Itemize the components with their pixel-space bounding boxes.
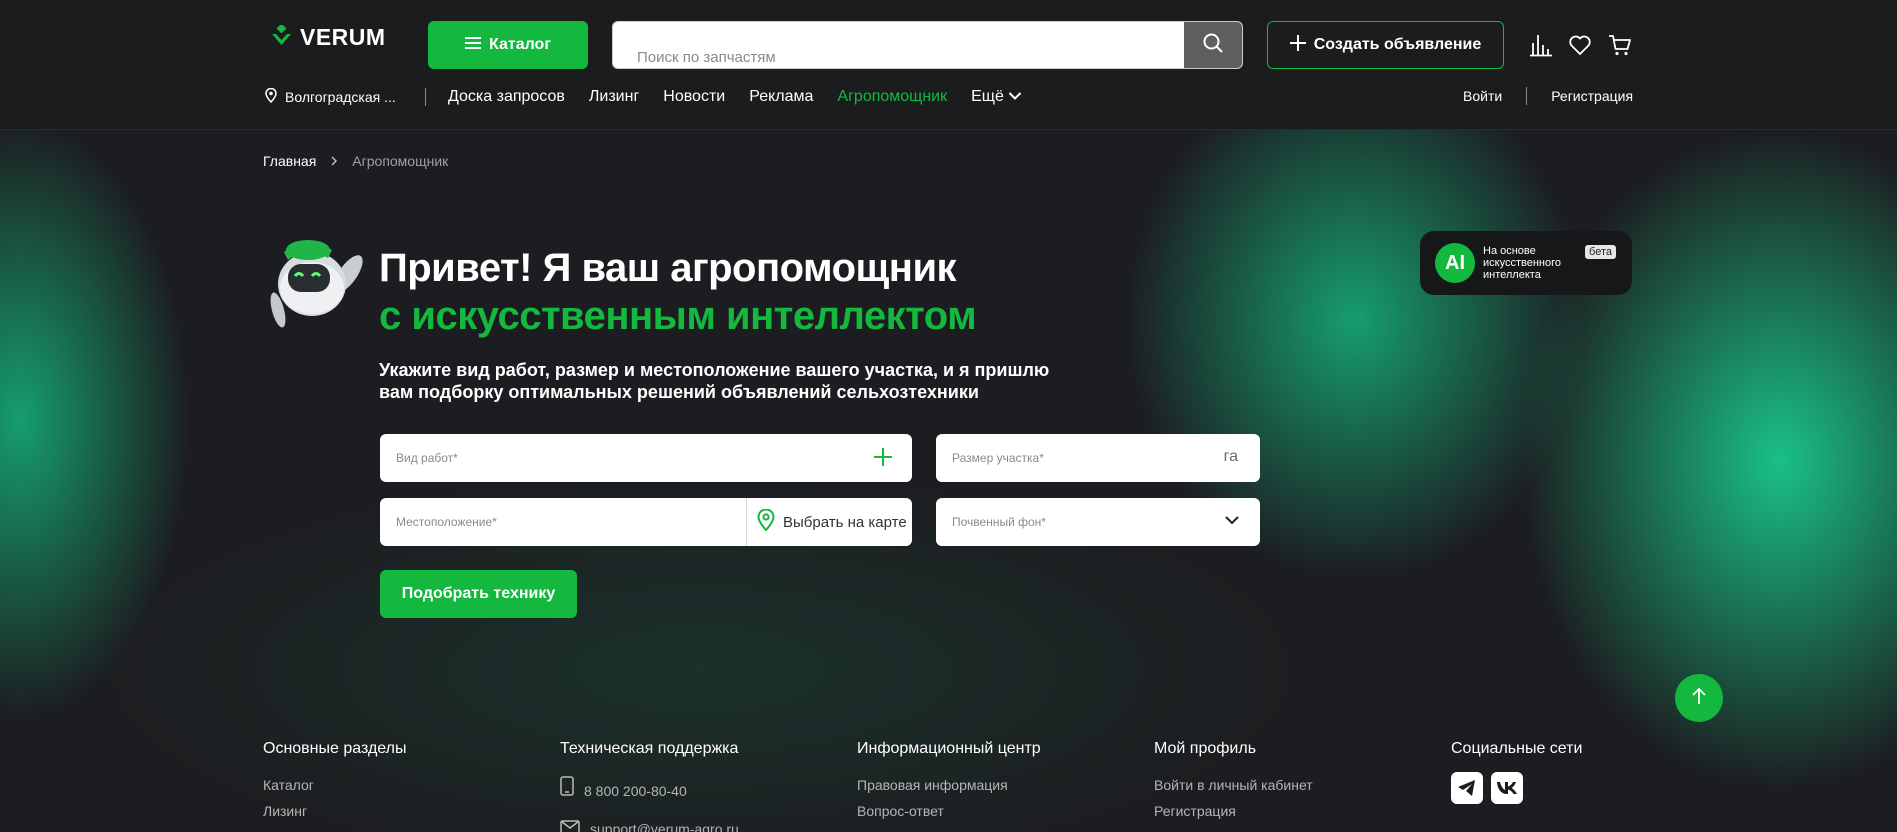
footer-support-title: Техническая поддержка <box>560 740 739 757</box>
footer-profile-title: Мой профиль <box>1154 740 1257 757</box>
auth-divider <box>1526 87 1528 105</box>
pick-equipment-button[interactable]: Подобрать технику <box>380 570 577 618</box>
site-header: VERUM Каталог Создать объявление <box>0 0 1897 130</box>
hero-title-line2: с искусственным интеллектом <box>379 294 977 338</box>
footer-link-login[interactable]: Войти в личный кабинет <box>1154 772 1313 798</box>
heart-icon[interactable] <box>1568 33 1592 57</box>
register-link[interactable]: Регистрация <box>1551 88 1633 104</box>
location-field[interactable]: Местоположение* Выбрать на карте <box>380 498 912 546</box>
ai-badge-text: На основе искусственного интеллекта <box>1483 245 1561 281</box>
scroll-up-button[interactable] <box>1675 674 1723 722</box>
footer-profile: Мой профиль Войти в личный кабинет Регис… <box>1154 740 1313 824</box>
create-listing-label: Создать объявление <box>1313 36 1482 53</box>
plot-size-placeholder: Размер участка* <box>952 451 1044 465</box>
location-pin-icon <box>757 508 775 535</box>
soil-type-placeholder: Почвенный фон* <box>952 515 1046 529</box>
nav-agro-assistant[interactable]: Агропомощник <box>837 88 947 106</box>
create-listing-button[interactable]: Создать объявление <box>1267 21 1504 69</box>
footer-phone-number: 8 800 200-80-40 <box>584 783 687 799</box>
social-buttons <box>1451 772 1582 804</box>
footer-phone[interactable]: 8 800 200-80-40 <box>560 772 739 810</box>
beta-badge: бета <box>1585 245 1616 259</box>
location-pin-icon <box>265 87 277 106</box>
stats-icon[interactable] <box>1529 33 1553 57</box>
footer-email[interactable]: support@verum-agro.ru <box>560 810 739 832</box>
mail-icon <box>560 810 580 832</box>
nav-more[interactable]: Ещё <box>971 88 1022 106</box>
chevron-down-icon <box>1224 514 1240 529</box>
footer-link-legal[interactable]: Правовая информация <box>857 772 1041 798</box>
ai-icon: AI <box>1435 243 1475 283</box>
breadcrumb-current: Агропомощник <box>352 153 449 169</box>
auth-links: Войти Регистрация <box>1463 87 1633 105</box>
search-bar <box>612 21 1243 69</box>
nav-requests-board[interactable]: Доска запросов <box>448 88 565 106</box>
footer-link-catalog[interactable]: Каталог <box>263 772 407 798</box>
phone-icon <box>560 772 574 810</box>
footer-sections-title: Основные разделы <box>263 740 407 757</box>
footer-email-address: support@verum-agro.ru <box>590 821 739 832</box>
location-placeholder: Местоположение* <box>396 515 497 529</box>
work-type-placeholder: Вид работ* <box>396 451 458 465</box>
telegram-icon[interactable] <box>1451 772 1483 804</box>
footer-info-title: Информационный центр <box>857 740 1041 757</box>
footer-sections: Основные разделы Каталог Лизинг <box>263 740 407 824</box>
vk-icon[interactable] <box>1491 772 1523 804</box>
footer-social: Социальные сети <box>1451 740 1582 804</box>
breadcrumb: Главная Агропомощник <box>263 153 448 169</box>
hero-title-line1: Привет! Я ваш агропомощник <box>379 246 957 290</box>
logo-text: VERUM <box>300 24 386 50</box>
ai-badge: AI На основе искусственного интеллекта б… <box>1420 231 1632 295</box>
logo[interactable]: VERUM <box>270 23 386 51</box>
footer-info: Информационный центр Правовая информация… <box>857 740 1041 824</box>
search-icon <box>1202 32 1224 59</box>
robot-mascot-icon <box>266 236 376 332</box>
footer-support: Техническая поддержка 8 800 200-80-40 su… <box>560 740 739 832</box>
nav-news[interactable]: Новости <box>663 88 725 106</box>
footer-link-faq[interactable]: Вопрос-ответ <box>857 798 1041 824</box>
login-link[interactable]: Войти <box>1463 88 1502 104</box>
work-type-field[interactable]: Вид работ* <box>380 434 912 482</box>
catalog-button[interactable]: Каталог <box>428 21 588 69</box>
main-nav: Волгоградская ... Доска запросов Лизинг … <box>265 86 1022 108</box>
footer-link-leasing[interactable]: Лизинг <box>263 798 407 824</box>
soil-type-select[interactable]: Почвенный фон* <box>936 498 1260 546</box>
hero-subtitle: Укажите вид работ, размер и местоположен… <box>379 360 1050 402</box>
arrow-up-icon <box>1691 687 1707 710</box>
nav-divider <box>425 88 426 106</box>
cart-icon[interactable] <box>1608 33 1632 57</box>
search-input[interactable] <box>613 22 1185 68</box>
nav-leasing[interactable]: Лизинг <box>589 88 639 106</box>
choose-on-map-button[interactable]: Выбрать на карте <box>746 498 912 546</box>
footer-link-register[interactable]: Регистрация <box>1154 798 1313 824</box>
plus-icon[interactable] <box>872 446 894 468</box>
region-selector[interactable]: Волгоградская ... <box>265 87 425 106</box>
menu-icon <box>465 36 481 55</box>
catalog-label: Каталог <box>489 36 551 53</box>
region-label: Волгоградская ... <box>285 89 396 105</box>
search-button[interactable] <box>1184 22 1242 68</box>
chevron-right-icon <box>330 153 338 169</box>
nav-advertising[interactable]: Реклама <box>749 88 813 106</box>
plot-size-unit: га <box>1223 448 1238 465</box>
plot-size-field[interactable]: Размер участка* га <box>936 434 1260 482</box>
hero-title: Привет! Я ваш агропомощник с искусственн… <box>379 244 977 340</box>
choose-on-map-label: Выбрать на карте <box>783 513 907 531</box>
nav-more-label: Ещё <box>971 88 1004 105</box>
breadcrumb-home[interactable]: Главная <box>263 153 316 169</box>
logo-mark-icon <box>270 23 294 51</box>
plus-icon <box>1289 34 1306 56</box>
chevron-down-icon <box>1008 88 1022 106</box>
footer-social-title: Социальные сети <box>1451 740 1583 757</box>
